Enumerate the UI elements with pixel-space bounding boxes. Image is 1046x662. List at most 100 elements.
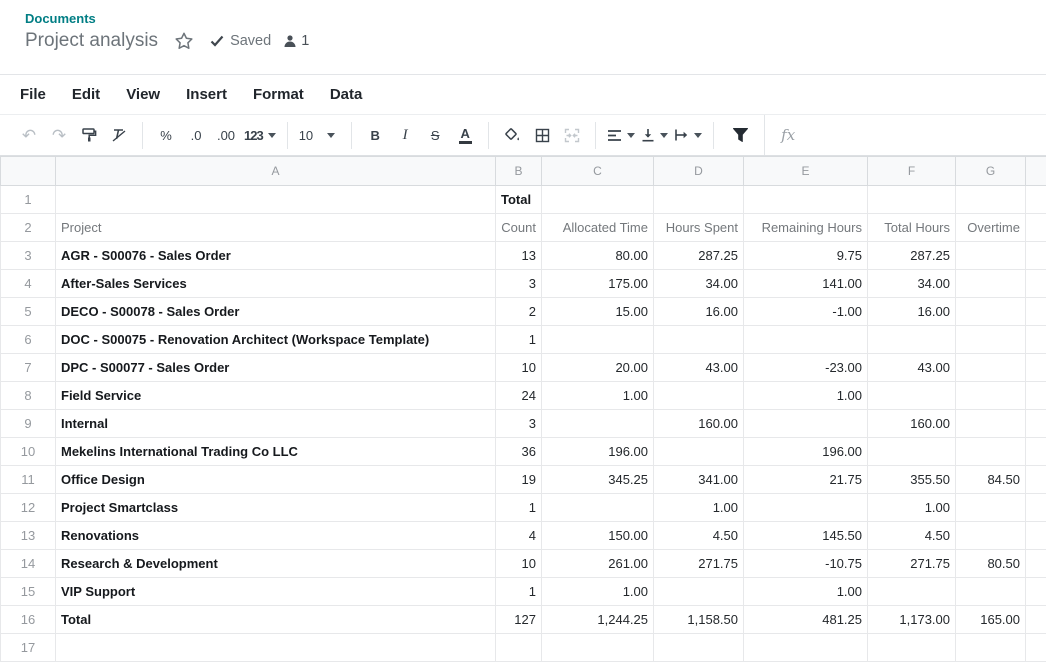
cell-F14[interactable]: 271.75	[868, 550, 956, 578]
breadcrumb-app[interactable]: Documents	[25, 11, 1046, 26]
merge-cells-icon[interactable]	[560, 122, 584, 148]
cell-G1[interactable]	[956, 186, 1026, 214]
cell-F7[interactable]: 43.00	[868, 354, 956, 382]
cell-D3[interactable]: 287.25	[654, 242, 744, 270]
row-header-15[interactable]: 15	[1, 578, 56, 606]
cell-G4[interactable]	[956, 270, 1026, 298]
paint-format-icon[interactable]	[77, 122, 101, 148]
cell-A11[interactable]: Office Design	[56, 466, 496, 494]
cell-C12[interactable]	[542, 494, 654, 522]
cell-H4[interactable]	[1026, 270, 1046, 298]
col-header-D[interactable]: D	[654, 157, 744, 186]
row-header-5[interactable]: 5	[1, 298, 56, 326]
cell-F10[interactable]	[868, 438, 956, 466]
row-header-6[interactable]: 6	[1, 326, 56, 354]
cell-B10[interactable]: 36	[496, 438, 542, 466]
cell-A2[interactable]: Project	[56, 214, 496, 242]
cell-G12[interactable]	[956, 494, 1026, 522]
cell-H2[interactable]	[1026, 214, 1046, 242]
cell-G9[interactable]	[956, 410, 1026, 438]
row-header-17[interactable]: 17	[1, 634, 56, 662]
row-header-9[interactable]: 9	[1, 410, 56, 438]
row-header-4[interactable]: 4	[1, 270, 56, 298]
row-header-3[interactable]: 3	[1, 242, 56, 270]
cell-E11[interactable]: 21.75	[744, 466, 868, 494]
cell-D9[interactable]: 160.00	[654, 410, 744, 438]
cell-F3[interactable]: 287.25	[868, 242, 956, 270]
cell-E6[interactable]	[744, 326, 868, 354]
cell-G6[interactable]	[956, 326, 1026, 354]
cell-D17[interactable]	[654, 634, 744, 662]
cell-D1[interactable]	[654, 186, 744, 214]
cell-B12[interactable]: 1	[496, 494, 542, 522]
cell-H3[interactable]	[1026, 242, 1046, 270]
cell-C1[interactable]	[542, 186, 654, 214]
cell-A13[interactable]: Renovations	[56, 522, 496, 550]
cell-B6[interactable]: 1	[496, 326, 542, 354]
font-size-dropdown[interactable]: 10	[299, 122, 335, 148]
col-header-E[interactable]: E	[744, 157, 868, 186]
row-header-2[interactable]: 2	[1, 214, 56, 242]
cell-E4[interactable]: 141.00	[744, 270, 868, 298]
cell-E1[interactable]	[744, 186, 868, 214]
row-header-8[interactable]: 8	[1, 382, 56, 410]
cell-H7[interactable]	[1026, 354, 1046, 382]
cell-E5[interactable]: -1.00	[744, 298, 868, 326]
clear-formatting-icon[interactable]	[107, 122, 131, 148]
redo-icon[interactable]: ↷	[47, 122, 71, 148]
number-format-dropdown[interactable]: 123	[244, 122, 276, 148]
bold-button[interactable]: B	[363, 122, 387, 148]
cell-H11[interactable]	[1026, 466, 1046, 494]
cell-D4[interactable]: 34.00	[654, 270, 744, 298]
cell-A10[interactable]: Mekelins International Trading Co LLC	[56, 438, 496, 466]
col-header-A[interactable]: A	[56, 157, 496, 186]
row-header-11[interactable]: 11	[1, 466, 56, 494]
cell-G14[interactable]: 80.50	[956, 550, 1026, 578]
cell-B15[interactable]: 1	[496, 578, 542, 606]
cell-E13[interactable]: 145.50	[744, 522, 868, 550]
cell-E12[interactable]	[744, 494, 868, 522]
cell-D7[interactable]: 43.00	[654, 354, 744, 382]
col-header-F[interactable]: F	[868, 157, 956, 186]
italic-button[interactable]: I	[393, 122, 417, 148]
cell-C13[interactable]: 150.00	[542, 522, 654, 550]
cell-D2[interactable]: Hours Spent	[654, 214, 744, 242]
grid-corner[interactable]	[1, 157, 56, 186]
cell-G11[interactable]: 84.50	[956, 466, 1026, 494]
cell-A15[interactable]: VIP Support	[56, 578, 496, 606]
cell-C6[interactable]	[542, 326, 654, 354]
cell-D13[interactable]: 4.50	[654, 522, 744, 550]
cell-E7[interactable]: -23.00	[744, 354, 868, 382]
cell-F1[interactable]	[868, 186, 956, 214]
cell-C4[interactable]: 175.00	[542, 270, 654, 298]
cell-A6[interactable]: DOC - S00075 - Renovation Architect (Wor…	[56, 326, 496, 354]
cell-H10[interactable]	[1026, 438, 1046, 466]
cell-A8[interactable]: Field Service	[56, 382, 496, 410]
col-header-C[interactable]: C	[542, 157, 654, 186]
cell-D5[interactable]: 16.00	[654, 298, 744, 326]
cell-D10[interactable]	[654, 438, 744, 466]
row-header-16[interactable]: 16	[1, 606, 56, 634]
cell-G16[interactable]: 165.00	[956, 606, 1026, 634]
fill-color-icon[interactable]	[500, 122, 524, 148]
cell-B17[interactable]	[496, 634, 542, 662]
cell-E8[interactable]: 1.00	[744, 382, 868, 410]
cell-C17[interactable]	[542, 634, 654, 662]
cell-H13[interactable]	[1026, 522, 1046, 550]
cell-D6[interactable]	[654, 326, 744, 354]
cell-D16[interactable]: 1,158.50	[654, 606, 744, 634]
cell-H12[interactable]	[1026, 494, 1046, 522]
cell-G17[interactable]	[956, 634, 1026, 662]
cell-H17[interactable]	[1026, 634, 1046, 662]
cell-B9[interactable]: 3	[496, 410, 542, 438]
cell-A1[interactable]	[56, 186, 496, 214]
cell-H14[interactable]	[1026, 550, 1046, 578]
cell-B4[interactable]: 3	[496, 270, 542, 298]
cell-G3[interactable]	[956, 242, 1026, 270]
cell-H1[interactable]	[1026, 186, 1046, 214]
cell-E16[interactable]: 481.25	[744, 606, 868, 634]
cell-C11[interactable]: 345.25	[542, 466, 654, 494]
cell-E3[interactable]: 9.75	[744, 242, 868, 270]
cell-A9[interactable]: Internal	[56, 410, 496, 438]
cell-B14[interactable]: 10	[496, 550, 542, 578]
